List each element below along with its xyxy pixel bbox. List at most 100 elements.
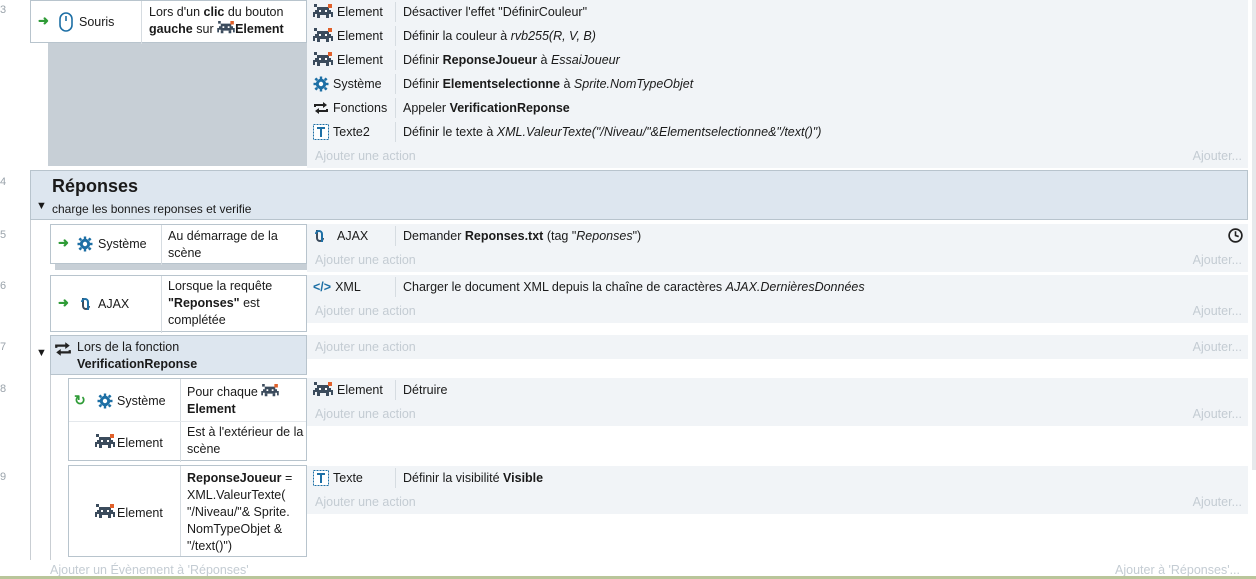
cell-divider	[141, 1, 142, 44]
add-action-link[interactable]: Ajouter une action	[315, 253, 416, 267]
condition-row[interactable]: Element ReponseJoueur = XML.ValeurTexte(…	[68, 465, 307, 557]
action-object: Element	[337, 5, 383, 19]
add-more-link[interactable]: Ajouter...	[1193, 149, 1242, 163]
condition-area	[48, 43, 307, 166]
condition-text: Est à l'extérieur de la scène	[187, 425, 304, 456]
action-row[interactable]: Element Définir la couleur à rvb255(R, V…	[307, 24, 1248, 48]
condition-text: Pour chaque Element	[187, 384, 305, 418]
add-action-link[interactable]: Ajouter une action	[315, 149, 416, 163]
function-arrows-icon	[54, 340, 72, 358]
action-row[interactable]: Element Détruire	[307, 378, 1248, 402]
add-more-link[interactable]: Ajouter...	[1193, 495, 1242, 509]
action-text: Définir Elementselectionne à Sprite.NomT…	[403, 77, 694, 91]
add-action-row[interactable]: Ajouter une action Ajouter...	[307, 335, 1248, 359]
condition-object: Système	[117, 394, 166, 408]
line-number: 3	[0, 4, 7, 16]
space-invader-icon	[95, 504, 115, 520]
xml-icon: </>	[313, 280, 332, 294]
action-row[interactable]: Système Définir Elementselectionne à Spr…	[307, 72, 1248, 96]
condition-row[interactable]: ➜ AJAX Lorsque la requête "Reponses" est…	[50, 275, 307, 333]
add-more-link[interactable]: Ajouter...	[1193, 340, 1242, 354]
line-number: 4	[0, 176, 7, 188]
add-action-link[interactable]: Ajouter une action	[315, 304, 416, 318]
action-object: Element	[337, 29, 383, 43]
action-text: Définir la couleur à rvb255(R, V, B)	[403, 29, 596, 43]
gear-icon	[77, 236, 93, 252]
cell-divider	[161, 225, 162, 265]
function-event-header[interactable]: Lors de la fonction VerificationReponse	[50, 335, 307, 375]
line-number: 9	[0, 471, 7, 483]
group-header[interactable]: Réponses ▼ charge les bonnes reponses et…	[30, 170, 1248, 220]
add-action-row[interactable]: Ajouter une action Ajouter...	[307, 490, 1248, 514]
condition-row[interactable]: Element Est à l'extérieur de la scène	[69, 421, 306, 462]
condition-row[interactable]: ↻ Système Pour chaque Element	[69, 379, 306, 421]
action-object: Système	[333, 77, 382, 91]
trigger-arrow-icon: ➜	[58, 295, 69, 310]
trigger-arrow-icon: ➜	[38, 13, 49, 28]
add-more-link[interactable]: Ajouter...	[1193, 407, 1242, 421]
condition-text: Lorsque la requête "Reponses" est complé…	[168, 279, 273, 327]
space-invader-icon	[313, 382, 333, 398]
action-row[interactable]: Fonctions Appeler VerificationReponse	[307, 96, 1248, 120]
gear-icon	[313, 76, 329, 92]
cell-divider	[180, 379, 181, 421]
add-action-row[interactable]: Ajouter une action Ajouter...	[307, 248, 1248, 272]
action-row[interactable]: Texte2 Définir le texte à XML.ValeurText…	[307, 120, 1248, 144]
space-invader-icon	[313, 28, 333, 44]
text-object-icon	[313, 124, 329, 140]
group-title: Réponses	[52, 176, 139, 196]
cell-divider	[180, 466, 181, 556]
gear-icon	[97, 393, 113, 409]
action-text: Désactiver l'effet "DéfinirCouleur"	[403, 5, 588, 19]
add-action-link[interactable]: Ajouter une action	[315, 495, 416, 509]
action-object: Element	[337, 53, 383, 67]
action-row[interactable]: Element Définir ReponseJoueur à EssaiJou…	[307, 48, 1248, 72]
action-row[interactable]: Texte Définir la visibilité Visible	[307, 466, 1248, 490]
add-action-row[interactable]: Ajouter une action Ajouter...	[307, 402, 1248, 426]
action-object: AJAX	[337, 229, 369, 243]
mouse-icon	[58, 12, 74, 35]
repeat-loop-icon: ↻	[74, 392, 86, 408]
action-text: Appeler VerificationReponse	[403, 101, 570, 115]
action-row[interactable]: Element Désactiver l'effet "DéfinirCoule…	[307, 0, 1248, 24]
line-number: 5	[0, 229, 7, 241]
action-row[interactable]: </> XML Charger le document XML depuis la…	[307, 275, 1248, 299]
collapse-triangle-icon[interactable]: ▼	[36, 200, 47, 212]
action-text: Définir la visibilité Visible	[403, 471, 544, 485]
group-description: charge les bonnes reponses et verifie	[52, 202, 252, 216]
add-action-link[interactable]: Ajouter une action	[315, 407, 416, 421]
action-row[interactable]: AJAX Demander Reponses.txt (tag "Reponse…	[307, 224, 1248, 248]
line-number: 8	[0, 383, 7, 395]
add-action-link[interactable]: Ajouter une action	[315, 340, 416, 354]
cell-divider	[161, 276, 162, 333]
add-more-link[interactable]: Ajouter...	[1193, 304, 1242, 318]
action-text: Définir ReponseJoueur à EssaiJoueur	[403, 53, 620, 67]
add-action-row[interactable]: Ajouter une action Ajouter...	[307, 144, 1248, 168]
add-event-link[interactable]: Ajouter un Évènement à 'Réponses'	[50, 563, 249, 577]
add-more-link[interactable]: Ajouter...	[1193, 253, 1242, 267]
line-number: 7	[0, 341, 7, 353]
async-wait-icon[interactable]	[1227, 227, 1244, 247]
action-object: XML	[335, 280, 361, 294]
add-to-group-link[interactable]: Ajouter à 'Réponses'...	[1115, 563, 1240, 577]
vertical-scrollbar[interactable]	[1252, 0, 1256, 470]
add-action-row[interactable]: Ajouter une action Ajouter...	[307, 299, 1248, 323]
space-invader-icon	[313, 52, 333, 68]
action-object: Fonctions	[333, 101, 388, 115]
condition-text: Au démarrage de la scène	[168, 229, 278, 260]
ajax-icon	[79, 296, 95, 312]
line-number: 6	[0, 280, 7, 292]
action-text: Détruire	[403, 383, 448, 397]
ajax-icon	[313, 228, 329, 244]
condition-text: Lors d'un clic du bouton gauche sur Elem…	[149, 5, 284, 36]
text-object-icon	[313, 470, 329, 486]
action-text: Charger le document XML depuis la chaîne…	[403, 280, 865, 294]
condition-object: AJAX	[98, 297, 130, 311]
condition-row[interactable]: ➜ Souris Lors d'un clic du bouton gauche…	[30, 0, 307, 44]
trigger-arrow-icon: ➜	[58, 235, 69, 250]
condition-row[interactable]: ➜ Système Au démarrage de la scène	[50, 224, 307, 265]
action-text: Demander Reponses.txt (tag "Reponses")	[403, 229, 642, 243]
condition-block: ↻ Système Pour chaque Element Element Es…	[68, 378, 307, 462]
action-object: Element	[337, 383, 383, 397]
collapse-triangle-icon[interactable]: ▼	[36, 347, 47, 359]
